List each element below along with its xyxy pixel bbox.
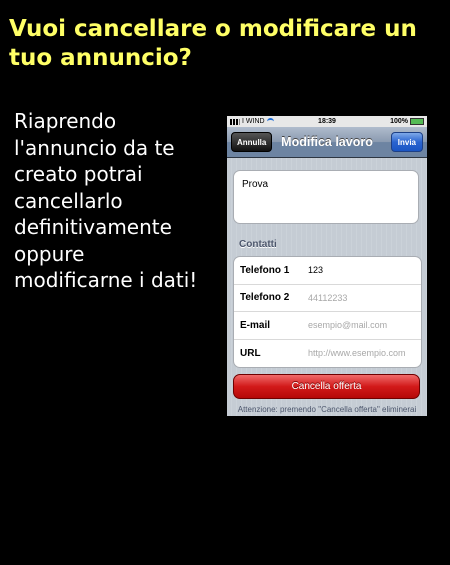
phone-screenshot: I WIND 18:39 100% Annulla Modifica lavor… (227, 116, 427, 416)
status-time: 18:39 (318, 118, 336, 125)
headline: Vuoi cancellare o modificare un tuo annu… (9, 16, 417, 71)
contacts-group: Telefono 1 123 Telefono 2 44112233 E-mai… (233, 256, 422, 368)
email-label: E-mail (240, 319, 271, 331)
contacts-section-label: Contatti (239, 239, 277, 250)
phone1-row[interactable]: Telefono 1 123 (234, 257, 421, 285)
phone1-label: Telefono 1 (240, 264, 290, 276)
email-row[interactable]: E-mail esempio@mail.com (234, 312, 421, 340)
form-content: Prova Contatti Telefono 1 123 Telefono 2… (227, 158, 427, 416)
navbar: Annulla Modifica lavoro Invia (227, 127, 427, 158)
nav-title: Modifica lavoro (281, 135, 373, 149)
url-label: URL (240, 347, 261, 359)
status-bar: I WIND 18:39 100% (227, 116, 427, 127)
url-input[interactable]: http://www.esempio.com (308, 348, 406, 358)
description-field[interactable]: Prova (233, 170, 419, 224)
phone2-input[interactable]: 44112233 (308, 293, 347, 303)
delete-offer-button[interactable]: Cancella offerta (233, 374, 420, 399)
body-text: Riaprendo l'annuncio da te creato potrai… (14, 109, 198, 292)
url-row[interactable]: URL http://www.esempio.com (234, 340, 421, 368)
send-button[interactable]: Invia (390, 132, 423, 152)
email-input[interactable]: esempio@mail.com (308, 320, 387, 330)
cancel-button[interactable]: Annulla (231, 132, 273, 152)
phone2-label: Telefono 2 (240, 292, 290, 304)
phone2-row[interactable]: Telefono 2 44112233 (234, 285, 421, 312)
phone1-input[interactable]: 123 (308, 265, 323, 275)
warning-text: Attenzione: premendo "Cancella offerta" … (237, 405, 417, 416)
